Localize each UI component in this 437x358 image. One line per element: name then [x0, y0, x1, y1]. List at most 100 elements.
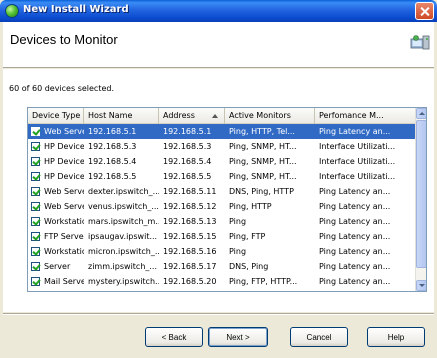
cell-active-monitors: Ping, FTP, HTTP...	[229, 277, 298, 286]
column-header-device-type[interactable]: Device Type	[28, 108, 84, 124]
cell-active-monitors: DNS, Ping, HTTP	[229, 187, 294, 196]
cell-active-monitors: Ping, SNMP, HT...	[229, 157, 297, 166]
table-row[interactable]: Web Server 192.168.5.1 192.168.5.1 Ping,…	[28, 124, 416, 139]
row-checkbox[interactable]	[31, 262, 40, 271]
cell-address: 192.168.5.16	[163, 247, 217, 256]
cell-performance: Ping Latency an...	[319, 217, 391, 226]
cell-address: 192.168.5.3	[163, 142, 212, 151]
footer-divider	[3, 313, 434, 315]
cell-address: 192.168.5.11	[163, 187, 217, 196]
cell-performance: Ping Latency an...	[319, 202, 391, 211]
cell-device-type: Mail Server	[44, 277, 84, 286]
table-row[interactable]: HP Device 192.168.5.4 192.168.5.4 Ping, …	[28, 154, 416, 169]
cell-device-type: HP Device	[44, 172, 84, 181]
wizard-header: Devices to Monitor	[3, 22, 434, 68]
cell-address: 192.168.5.4	[163, 157, 212, 166]
row-checkbox[interactable]	[31, 217, 40, 226]
cell-host-name: zimm.ipswitch_...	[88, 262, 158, 271]
cell-device-type: HP Device	[44, 142, 84, 151]
cell-device-type: Web Server	[44, 187, 84, 196]
cell-host-name: dexter.ipswitch_...	[88, 187, 159, 196]
column-header-address-label: Address	[163, 111, 195, 120]
column-header-address[interactable]: Address	[159, 108, 225, 124]
cell-host-name: 192.168.5.5	[88, 172, 137, 181]
scroll-down-button[interactable]	[416, 280, 426, 291]
devices-icon	[410, 35, 430, 50]
cell-address: 192.168.5.15	[163, 232, 217, 241]
cell-address: 192.168.5.5	[163, 172, 212, 181]
row-checkbox[interactable]	[31, 172, 40, 181]
table-row[interactable]: Mail Server mystery.ipswitch... 192.168.…	[28, 274, 416, 289]
vertical-scrollbar[interactable]	[415, 108, 426, 291]
cell-active-monitors: Ping, HTTP	[229, 202, 272, 211]
cell-active-monitors: Ping, FTP	[229, 232, 266, 241]
row-checkbox[interactable]	[31, 202, 40, 211]
cell-performance: Ping Latency an...	[319, 127, 391, 136]
column-headers: Device Type Host Name Address Active Mon…	[28, 108, 416, 124]
table-row[interactable]: HP Device 192.168.5.3 192.168.5.3 Ping, …	[28, 139, 416, 154]
cell-device-type: Server	[44, 262, 71, 271]
page-title: Devices to Monitor	[10, 32, 118, 47]
cell-performance: Ping Latency an...	[319, 247, 391, 256]
row-checkbox[interactable]	[31, 142, 40, 151]
row-checkbox[interactable]	[31, 247, 40, 256]
row-checkbox[interactable]	[31, 232, 40, 241]
cell-performance: Ping Latency an...	[319, 232, 391, 241]
row-checkbox[interactable]	[31, 277, 40, 286]
column-header-host-name[interactable]: Host Name	[84, 108, 159, 124]
app-icon	[5, 4, 19, 18]
row-checkbox[interactable]	[31, 157, 40, 166]
cell-host-name: ipsaugav.ipswit...	[88, 232, 158, 241]
cell-device-type: Workstation	[44, 247, 84, 256]
cell-active-monitors: Ping, SNMP, HT...	[229, 142, 297, 151]
cell-host-name: venus.ipswitch_...	[88, 202, 159, 211]
title-bar[interactable]: New Install Wizard	[0, 0, 437, 22]
row-checkbox[interactable]	[31, 127, 40, 136]
sort-ascending-icon	[212, 114, 218, 118]
cancel-button[interactable]: Cancel	[290, 327, 348, 347]
window-title: New Install Wizard	[23, 4, 129, 15]
wizard-window: New Install Wizard Devices to Monitor 60…	[0, 0, 437, 358]
cell-address: 192.168.5.13	[163, 217, 217, 226]
cell-host-name: mars.ipswitch_m...	[88, 217, 159, 226]
cell-device-type: HP Device	[44, 157, 84, 166]
table-row[interactable]: Workstation mars.ipswitch_m... 192.168.5…	[28, 214, 416, 229]
close-button[interactable]	[415, 2, 434, 20]
help-button[interactable]: Help	[367, 327, 425, 347]
cell-device-type: Web Server	[44, 127, 84, 136]
cell-active-monitors: Ping, SNMP, HT...	[229, 172, 297, 181]
back-button[interactable]: < Back	[145, 327, 203, 347]
column-header-performance[interactable]: Perfomance M...	[315, 108, 416, 124]
scroll-up-button[interactable]	[416, 108, 426, 119]
cell-active-monitors: Ping, HTTP, Tel...	[229, 127, 295, 136]
cell-performance: Ping Latency an...	[319, 277, 391, 286]
cell-performance: Interface Utilizati...	[319, 157, 396, 166]
table-row[interactable]: Web Server dexter.ipswitch_... 192.168.5…	[28, 184, 416, 199]
cell-performance: Interface Utilizati...	[319, 172, 396, 181]
scrollbar-thumb[interactable]	[416, 120, 426, 268]
devices-table[interactable]: Device Type Host Name Address Active Mon…	[27, 107, 427, 292]
cell-host-name: 192.168.5.1	[88, 127, 137, 136]
cell-device-type: FTP Server	[44, 232, 84, 241]
table-row[interactable]: Web Server venus.ipswitch_... 192.168.5.…	[28, 199, 416, 214]
cell-device-type: Web Server	[44, 202, 84, 211]
cell-performance: Ping Latency an...	[319, 262, 391, 271]
next-button[interactable]: Next >	[208, 327, 268, 347]
selection-status: 60 of 60 devices selected.	[9, 84, 114, 93]
table-row[interactable]: FTP Server ipsaugav.ipswit... 192.168.5.…	[28, 229, 416, 244]
row-checkbox[interactable]	[31, 187, 40, 196]
table-rows: Web Server 192.168.5.1 192.168.5.1 Ping,…	[28, 124, 416, 289]
cell-host-name: 192.168.5.3	[88, 142, 137, 151]
cell-address: 192.168.5.17	[163, 262, 217, 271]
table-row[interactable]: Server zimm.ipswitch_... 192.168.5.17 DN…	[28, 259, 416, 274]
wizard-content: 60 of 60 devices selected. Device Type H…	[3, 69, 434, 312]
table-row[interactable]: Workstation micron.ipswitch_... 192.168.…	[28, 244, 416, 259]
cell-performance: Ping Latency an...	[319, 187, 391, 196]
cell-host-name: 192.168.5.4	[88, 157, 137, 166]
column-header-active-monitors[interactable]: Active Monitors	[225, 108, 315, 124]
cell-active-monitors: DNS, Ping	[229, 262, 269, 271]
cell-host-name: mystery.ipswitch...	[88, 277, 159, 286]
cell-address: 192.168.5.20	[163, 277, 217, 286]
table-row[interactable]: HP Device 192.168.5.5 192.168.5.5 Ping, …	[28, 169, 416, 184]
cell-address: 192.168.5.12	[163, 202, 217, 211]
